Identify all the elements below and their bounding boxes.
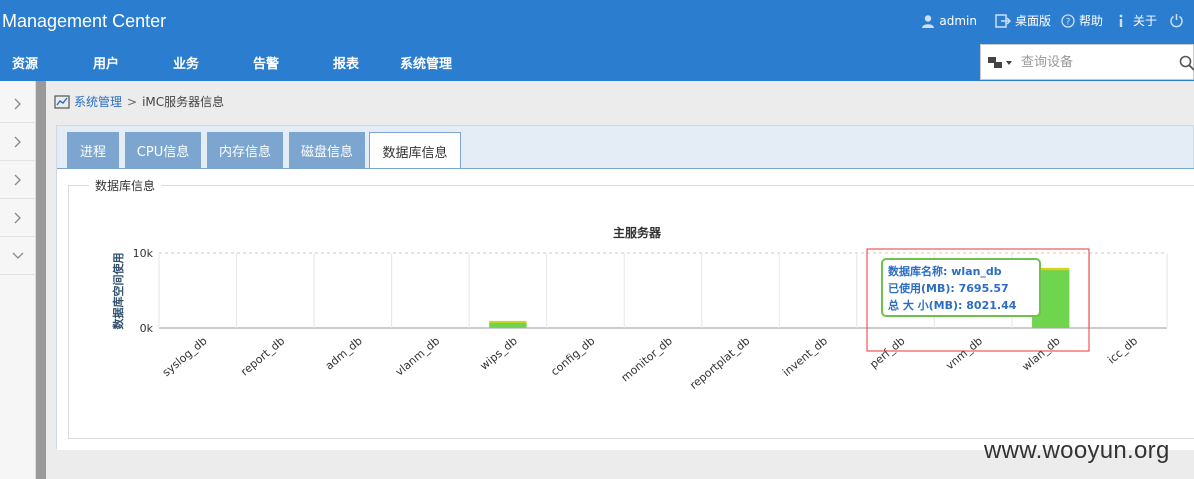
nav-item-resources[interactable]: 资源 — [12, 53, 38, 72]
about-link[interactable]: 关于 — [1117, 12, 1157, 29]
watermark: www.wooyun.org — [984, 437, 1170, 464]
sidebar-item-3[interactable] — [0, 161, 36, 199]
search-icon[interactable] — [1179, 55, 1194, 71]
app-title: Management Center — [2, 11, 167, 31]
tab-content: 数据库信息 — [57, 168, 1194, 450]
chevron-right-icon — [14, 212, 21, 223]
search-input[interactable] — [1021, 51, 1171, 73]
desktop-link[interactable]: 桌面版 — [995, 12, 1051, 29]
svg-text:?: ? — [1066, 17, 1071, 27]
top-right-menu: admin 桌面版 ? 帮助 关于 — [911, 12, 1188, 29]
tab-memory[interactable]: 内存信息 — [207, 132, 283, 168]
main-content: 系统管理 > iMC服务器信息 进程 CPU信息 内存信息 磁盘信息 数据库信息… — [46, 81, 1194, 479]
info-icon — [1119, 14, 1123, 27]
help-icon: ? — [1061, 13, 1075, 28]
top-bar: Management Center admin 桌面版 ? 帮助 关于 — [0, 0, 1194, 44]
sidebar-item-1[interactable] — [0, 85, 36, 123]
nav-item-users[interactable]: 用户 — [93, 53, 119, 72]
database-info-section: 数据库信息 — [68, 177, 1194, 439]
tab-disk[interactable]: 磁盘信息 — [289, 132, 365, 168]
device-type-dropdown-icon[interactable] — [987, 56, 1015, 70]
device-search — [980, 44, 1194, 80]
user-menu[interactable]: admin — [921, 14, 977, 28]
logout-button[interactable] — [1169, 13, 1188, 28]
tab-database[interactable]: 数据库信息 — [369, 132, 461, 169]
tab-process[interactable]: 进程 — [67, 132, 119, 168]
sidebar-item-5[interactable] — [0, 237, 36, 275]
system-management-icon — [54, 94, 70, 109]
about-label: 关于 — [1132, 14, 1157, 28]
chevron-right-icon — [14, 174, 21, 185]
nav-item-system-management[interactable]: 系统管理 — [400, 53, 452, 72]
user-name: admin — [939, 13, 977, 28]
breadcrumb-separator: > — [127, 94, 138, 109]
help-label: 帮助 — [1078, 14, 1103, 28]
desktop-label: 桌面版 — [1014, 14, 1051, 28]
server-info-panel: 进程 CPU信息 内存信息 磁盘信息 数据库信息 数据库信息 — [56, 125, 1194, 450]
nav-item-alarms[interactable]: 告警 — [253, 53, 279, 72]
section-legend: 数据库信息 — [89, 177, 162, 194]
sidebar-splitter[interactable] — [36, 81, 46, 479]
desktop-icon — [995, 13, 1011, 28]
breadcrumb-system-management[interactable]: 系统管理 — [74, 93, 122, 110]
breadcrumb-current: iMC服务器信息 — [142, 95, 225, 109]
sidebar-item-2[interactable] — [0, 123, 36, 161]
nav-item-reports[interactable]: 报表 — [333, 53, 359, 72]
chevron-down-icon — [12, 252, 24, 259]
chevron-right-icon — [14, 136, 21, 147]
nav-item-business[interactable]: 业务 — [173, 53, 199, 72]
power-icon — [1170, 14, 1183, 28]
sidebar-item-4[interactable] — [0, 199, 36, 237]
chevron-right-icon — [14, 98, 21, 109]
left-sidebar — [0, 81, 36, 479]
tab-cpu[interactable]: CPU信息 — [125, 132, 201, 168]
user-icon — [922, 14, 935, 28]
help-link[interactable]: ? 帮助 — [1061, 12, 1103, 29]
breadcrumb: 系统管理 > iMC服务器信息 — [54, 93, 224, 110]
